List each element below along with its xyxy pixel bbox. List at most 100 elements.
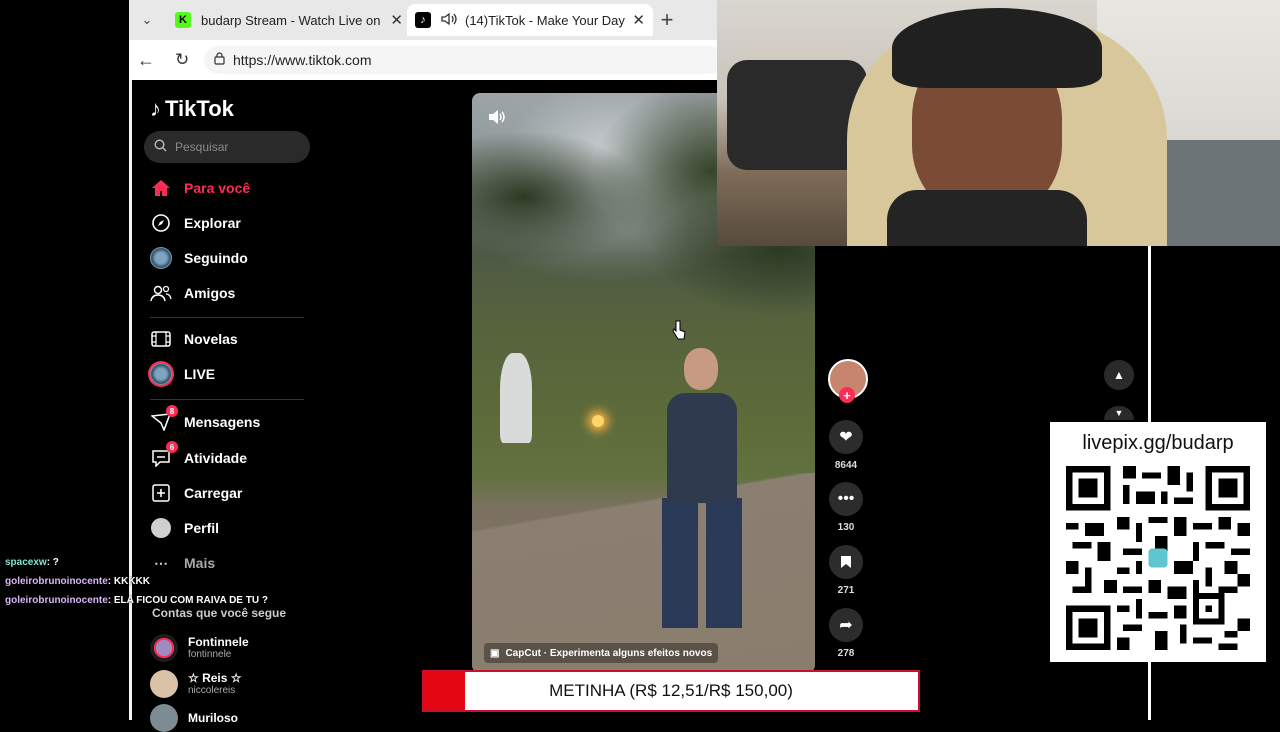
account-name: Muriloso [188, 710, 238, 725]
nav-item-carregar[interactable]: Carregar [150, 481, 242, 505]
nav-item-explorar[interactable]: Explorar [150, 211, 241, 235]
share-count: 278 [837, 648, 855, 659]
nav-label: Explorar [184, 215, 241, 231]
activity-badge: 6 [166, 441, 178, 453]
follow-plus-icon[interactable]: + [839, 387, 855, 403]
nav-item-amigos[interactable]: Amigos [150, 281, 235, 305]
logo-text: TikTok [165, 96, 234, 121]
nav-item-seguindo[interactable]: Seguindo [150, 246, 248, 270]
upload-icon [150, 482, 172, 504]
search-input[interactable]: Pesquisar [144, 131, 310, 163]
nav-item-mais[interactable]: ⋯ Mais [150, 551, 215, 575]
save-count: 271 [837, 585, 855, 596]
hand-cursor-icon [672, 320, 686, 345]
avatar [150, 670, 178, 698]
video-umbrella [500, 353, 532, 443]
nav-item-live[interactable]: LIVE [150, 362, 215, 386]
nav-label: Perfil [184, 520, 220, 536]
compass-icon [150, 212, 172, 234]
nav-label: Para você [184, 180, 251, 196]
new-tab-button[interactable]: + [653, 4, 681, 36]
previous-video-button[interactable]: ▲ [1104, 360, 1134, 390]
share-button[interactable]: ➦ 278 [829, 608, 863, 659]
chevron-down-icon: ⌄ [141, 12, 153, 27]
account-handle: fontinnele [188, 648, 232, 660]
chat-message: goleirobrunoinocente: KKKKK [5, 576, 150, 587]
following-account[interactable]: Fontinnele fontinnele [150, 634, 249, 662]
video-lamp [592, 415, 604, 427]
close-tab-icon[interactable]: ✕ [632, 11, 645, 29]
nav-item-atividade[interactable]: 6 Atividade [150, 441, 248, 470]
nav-item-para-voce[interactable]: Para você [150, 176, 250, 200]
nav-item-perfil[interactable]: Perfil [150, 516, 219, 540]
url-text: https://www.tiktok.com [233, 52, 372, 68]
avatar [150, 634, 178, 662]
comment-count: 130 [837, 522, 855, 533]
nav-label: Novelas [184, 331, 238, 347]
close-tab-icon[interactable]: ✕ [390, 11, 403, 29]
reload-icon[interactable]: ↻ [175, 50, 189, 70]
comment-button[interactable]: ••• 130 [829, 482, 863, 533]
profile-icon [150, 517, 172, 539]
account-name: Fontinnele [188, 634, 249, 649]
chat-username: goleirobrunoinocente [5, 595, 108, 606]
tiktok-favicon-icon: ♪ [415, 12, 431, 28]
chevron-up-icon: ▲ [1113, 368, 1125, 382]
share-icon[interactable]: ➦ [829, 608, 863, 642]
speaker-icon[interactable] [441, 12, 457, 29]
webcam-streamer-shirt [887, 190, 1087, 246]
nav-label: Mensagens [184, 414, 261, 430]
live-icon [150, 363, 172, 385]
bookmark-icon[interactable] [829, 545, 863, 579]
donation-goal-bar: METINHA (R$ 12,51/R$ 150,00) [422, 670, 920, 712]
qr-label: livepix.gg/budarp [1082, 432, 1234, 454]
search-icon [154, 139, 167, 155]
account-handle: niccolereis [188, 684, 236, 696]
chat-message: spacexw: ? [5, 557, 59, 568]
chat-username: goleirobrunoinocente [5, 576, 108, 587]
tab-list-dropdown-button[interactable]: ⌄ [133, 4, 161, 36]
nav-label: Carregar [184, 485, 243, 501]
video-person-legs [662, 498, 742, 628]
goal-text: METINHA (R$ 12,51/R$ 150,00) [549, 681, 793, 700]
like-button[interactable]: ❤ 8644 [829, 420, 863, 471]
volume-icon[interactable] [488, 109, 506, 130]
following-account[interactable]: ☆ Reis ☆ niccolereis [150, 670, 242, 698]
following-avatar-icon [150, 247, 172, 269]
heart-icon[interactable]: ❤ [829, 420, 863, 454]
back-arrow-icon[interactable]: ← [137, 50, 155, 71]
nav-label: LIVE [184, 366, 216, 382]
webcam-clothes-pile [727, 60, 867, 170]
capcut-icon: ▣ [490, 647, 500, 659]
following-account[interactable]: Muriloso [150, 704, 238, 732]
message-badge: 8 [166, 405, 178, 417]
nav-divider [150, 399, 304, 400]
tiktok-logo[interactable]: ♪ TikTok [150, 96, 234, 122]
video-person-body [667, 393, 737, 503]
save-button[interactable]: 271 [829, 545, 863, 596]
capcut-caption: CapCut · Experimenta alguns efeitos novo… [505, 647, 713, 659]
nav-divider [150, 317, 304, 318]
tab-tiktok[interactable]: ♪ (14)TikTok - Make Your Day ✕ [407, 4, 653, 36]
lock-icon[interactable] [214, 52, 225, 68]
nav-label: Atividade [184, 450, 248, 466]
friends-icon [150, 282, 172, 304]
next-video-button[interactable]: ▼ [1104, 406, 1134, 420]
nav-item-mensagens[interactable]: 8 Mensagens [150, 405, 261, 434]
url-field[interactable]: https://www.tiktok.com [204, 46, 724, 74]
activity-icon: 6 [150, 441, 178, 469]
avatar [150, 704, 178, 732]
webcam-streamer-cap [892, 8, 1102, 88]
livepix-qr-panel: livepix.gg/budarp [1050, 422, 1266, 662]
chat-text: : KKKKK [107, 576, 150, 587]
comment-icon[interactable]: ••• [829, 482, 863, 516]
video-person-head [684, 348, 718, 390]
home-icon [150, 177, 172, 199]
capcut-effect-label[interactable]: ▣ CapCut · Experimenta alguns efeitos no… [484, 643, 719, 663]
like-count: 8644 [834, 460, 858, 471]
address-bar-row: ← ↻ https://www.tiktok.com [129, 40, 724, 80]
nav-label: Seguindo [184, 250, 248, 266]
account-name: ☆ Reis ☆ [188, 670, 242, 685]
tab-kick[interactable]: K budarp Stream - Watch Live on Kick ✕ [169, 4, 411, 36]
nav-item-novelas[interactable]: Novelas [150, 327, 238, 351]
